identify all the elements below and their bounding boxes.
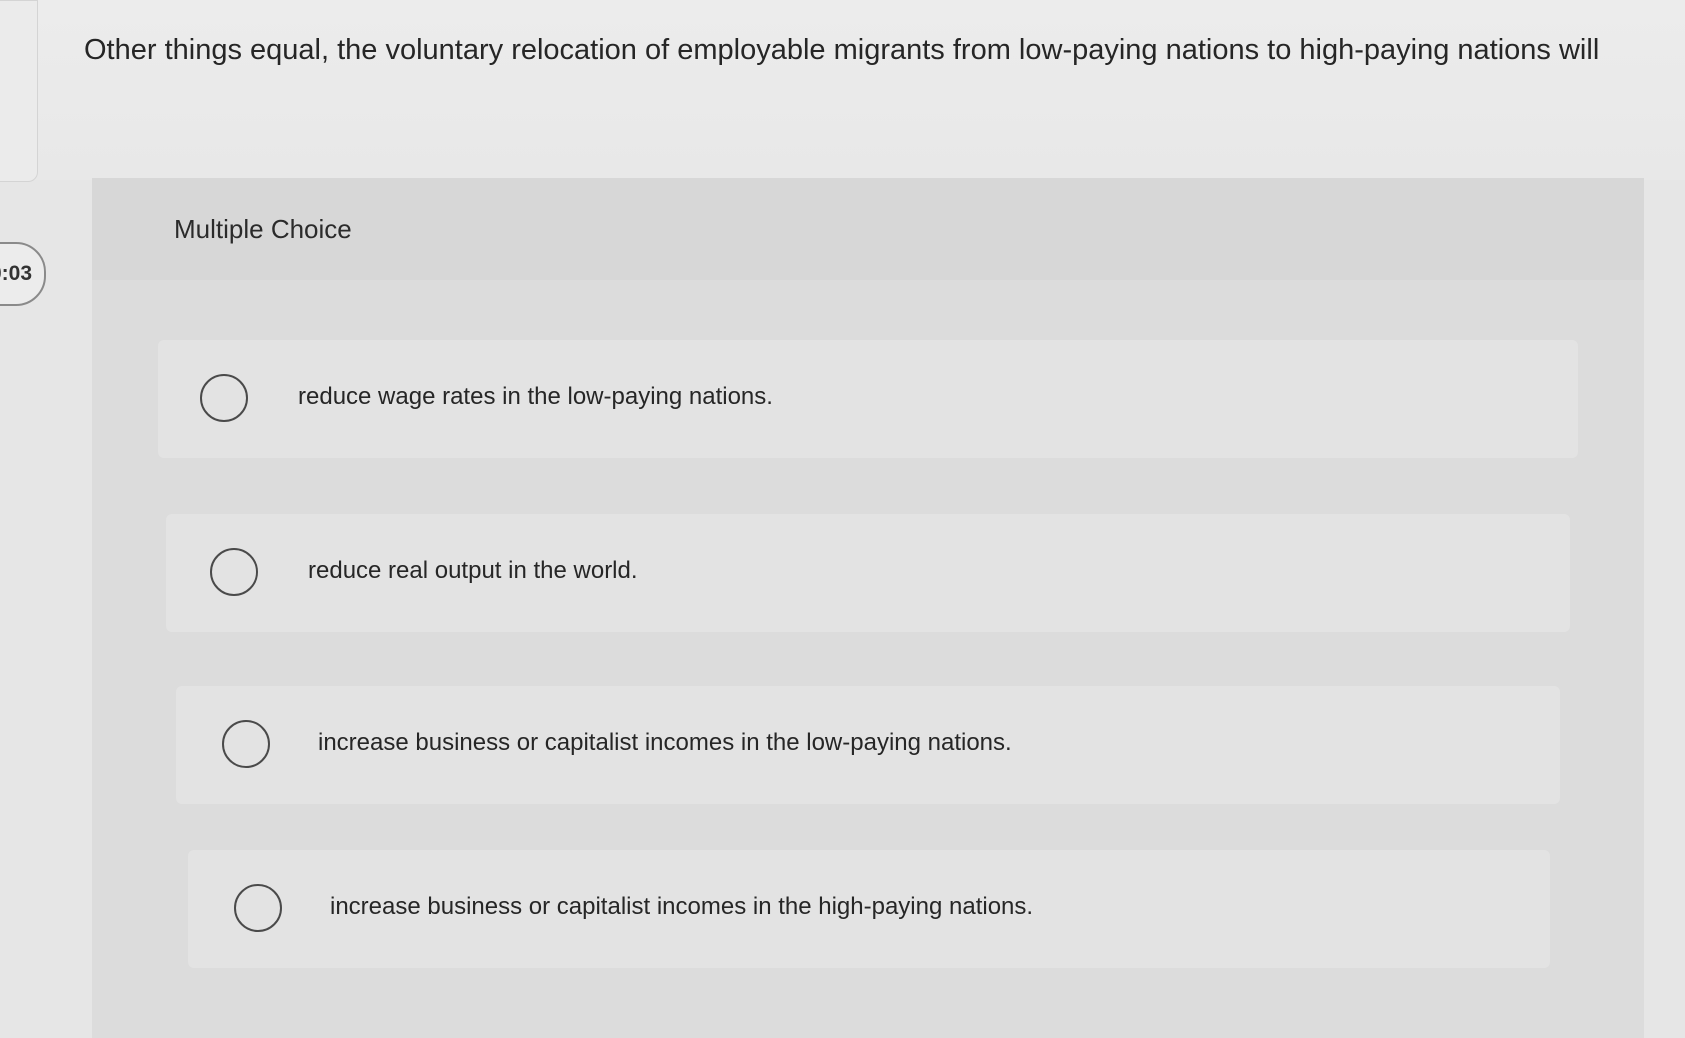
answer-option-text: increase business or capitalist incomes … bbox=[330, 893, 1034, 920]
radio-button-icon[interactable] bbox=[234, 884, 282, 932]
timer-badge: 0:03 bbox=[0, 242, 46, 306]
multiple-choice-label: Multiple Choice bbox=[174, 214, 352, 244]
radio-button-icon[interactable] bbox=[200, 374, 248, 422]
side-panel-tab[interactable] bbox=[0, 0, 38, 182]
question-area bbox=[0, 0, 1685, 180]
question-text: Other things equal, the voluntary reloca… bbox=[84, 34, 1600, 66]
radio-button-icon[interactable] bbox=[210, 548, 258, 596]
answer-option-text: reduce wage rates in the low-paying nati… bbox=[298, 383, 773, 410]
multiple-choice-panel: Multiple Choice reduce wage rates in the… bbox=[92, 178, 1644, 1038]
multiple-choice-header: Multiple Choice bbox=[92, 178, 1644, 280]
answer-option-4[interactable]: increase business or capitalist incomes … bbox=[188, 850, 1550, 968]
radio-button-icon[interactable] bbox=[222, 720, 270, 768]
answer-option-3[interactable]: increase business or capitalist incomes … bbox=[176, 686, 1560, 804]
answer-option-2[interactable]: reduce real output in the world. bbox=[166, 514, 1570, 632]
answer-option-1[interactable]: reduce wage rates in the low-paying nati… bbox=[158, 340, 1578, 458]
answer-option-text: increase business or capitalist incomes … bbox=[318, 729, 1012, 756]
answer-option-text: reduce real output in the world. bbox=[308, 557, 638, 584]
